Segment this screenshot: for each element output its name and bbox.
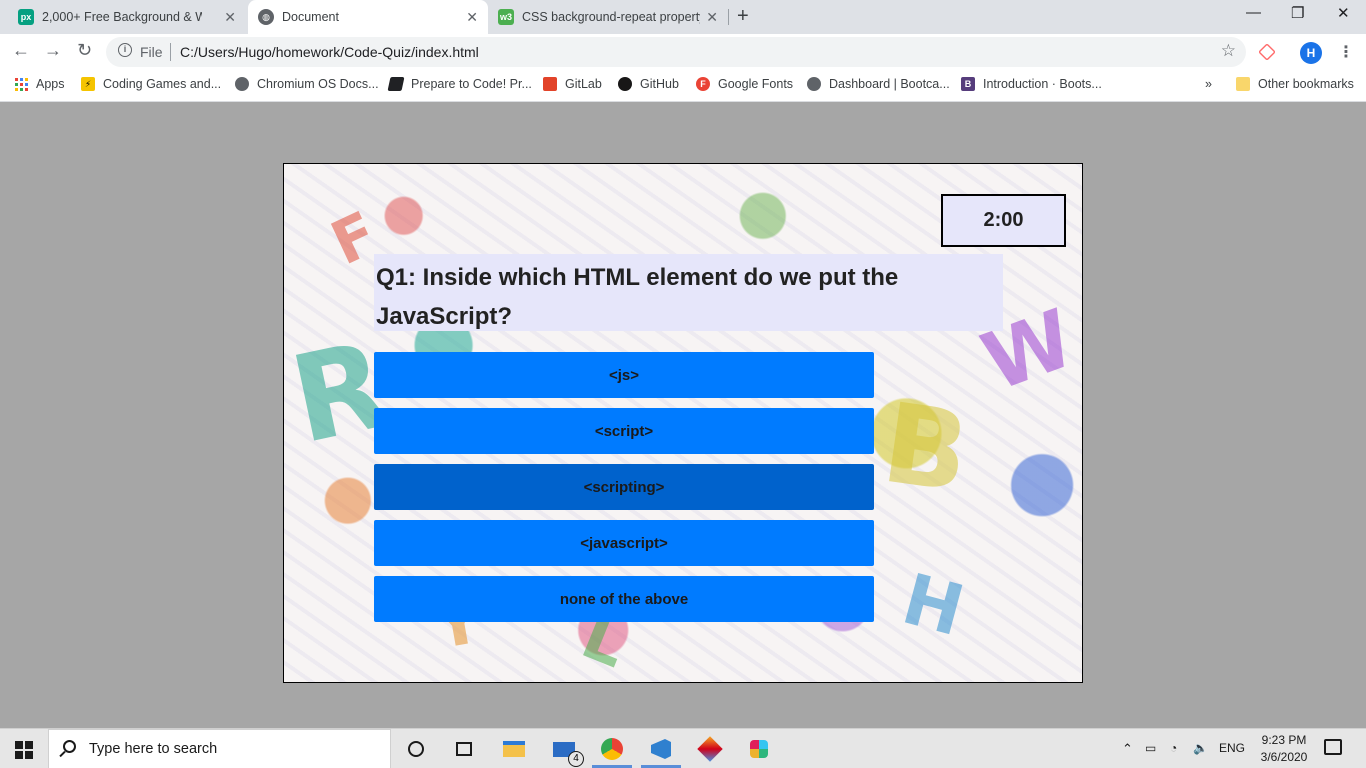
bookmark-label: Prepare to Code! Pr... xyxy=(411,77,532,91)
task-view-icon[interactable] xyxy=(452,737,476,761)
page-viewport: R B W F H Y L 2:00 Q1: Inside which HTML… xyxy=(0,103,1366,728)
tab-title: CSS background-repeat property xyxy=(522,10,700,24)
background-letter-decoration: H xyxy=(894,557,973,653)
menu-icon[interactable]: ⋮ xyxy=(1338,42,1354,62)
globe-icon: ◍ xyxy=(258,9,274,25)
bookmark-google-fonts[interactable]: F Google Fonts xyxy=(696,77,793,91)
new-tab-icon[interactable]: + xyxy=(737,5,749,28)
apps-grid-icon xyxy=(15,77,28,91)
gitlab-icon xyxy=(543,77,557,91)
forward-icon[interactable]: → xyxy=(44,40,62,61)
chevron-double-right-icon: » xyxy=(1205,77,1212,91)
minimize-icon[interactable]: — xyxy=(1246,4,1261,21)
folder-icon xyxy=(1236,77,1250,91)
bookmark-github[interactable]: GitHub xyxy=(618,77,679,91)
tab-pexels[interactable]: px 2,000+ Free Background & Wate ✕ xyxy=(8,0,246,34)
close-tab-icon[interactable]: ✕ xyxy=(466,9,478,26)
tab-document[interactable]: ◍ Document ✕ xyxy=(248,0,488,34)
bookmark-label: Google Fonts xyxy=(718,77,794,91)
bookmark-prepare-to-code[interactable]: Prepare to Code! Pr... xyxy=(387,77,532,91)
chrome-icon[interactable] xyxy=(600,737,624,761)
scheme-label: File xyxy=(140,44,163,60)
system-clock[interactable]: 9:23 PM 3/6/2020 xyxy=(1254,732,1314,766)
bookmarks-overflow-button[interactable]: » xyxy=(1205,77,1212,91)
tab-title: 2,000+ Free Background & Wate xyxy=(42,10,202,24)
pexels-icon: px xyxy=(18,9,34,25)
bookmark-label: Apps xyxy=(36,77,65,91)
address-bar[interactable]: i File C:/Users/Hugo/homework/Code-Quiz/… xyxy=(106,37,1246,67)
tab-title: Document xyxy=(282,10,339,24)
bookmark-chromium-docs[interactable]: Chromium OS Docs... xyxy=(235,77,379,91)
quiz-container: R B W F H Y L 2:00 Q1: Inside which HTML… xyxy=(283,163,1083,683)
bookmark-coding-games[interactable]: ⚡ Coding Games and... xyxy=(81,77,221,91)
info-icon[interactable]: i xyxy=(118,43,132,57)
mail-icon[interactable]: 4 xyxy=(552,737,584,767)
windows-taskbar: Type here to search 4 ⌃ ▭ ◔ 🔈 ENG 9:23 P… xyxy=(0,728,1366,768)
slack-icon[interactable] xyxy=(747,737,771,761)
answer-choice-button[interactable]: <javascript> xyxy=(374,520,874,566)
mail-badge: 4 xyxy=(568,751,584,767)
back-icon[interactable]: ← xyxy=(12,40,30,61)
windows-start-icon[interactable] xyxy=(15,741,33,759)
bookmark-apps[interactable]: Apps xyxy=(15,77,65,91)
bootstrap-icon: B xyxy=(961,77,975,91)
battery-icon[interactable]: ▭ xyxy=(1145,741,1156,755)
bookmark-gitlab[interactable]: GitLab xyxy=(543,77,602,91)
file-explorer-icon[interactable] xyxy=(502,737,526,761)
bookmark-label: Other bookmarks xyxy=(1258,77,1354,91)
reload-icon[interactable]: ↻ xyxy=(77,40,92,61)
background-letter-decoration: B xyxy=(875,378,977,518)
extension-icon[interactable] xyxy=(1258,43,1276,61)
language-indicator[interactable]: ENG xyxy=(1219,741,1245,755)
notification-center-icon[interactable] xyxy=(1324,739,1342,755)
bookmark-bootstrap-intro[interactable]: B Introduction · Boots... xyxy=(961,77,1102,91)
bookmark-star-icon[interactable]: ☆ xyxy=(1221,41,1236,61)
bookmark-label: GitHub xyxy=(640,77,679,91)
bookmark-label: Chromium OS Docs... xyxy=(257,77,379,91)
coding-games-icon: ⚡ xyxy=(81,77,95,91)
close-window-icon[interactable]: ✕ xyxy=(1337,4,1350,22)
answer-choice-button[interactable]: <scripting> xyxy=(374,464,874,510)
taskbar-search-box[interactable]: Type here to search xyxy=(48,729,391,768)
answer-choice-button[interactable]: none of the above xyxy=(374,576,874,622)
quiz-timer: 2:00 xyxy=(941,194,1066,247)
github-icon xyxy=(618,77,632,91)
bookmark-label: Dashboard | Bootca... xyxy=(829,77,950,91)
clock-date: 3/6/2020 xyxy=(1260,750,1308,764)
search-placeholder: Type here to search xyxy=(89,741,218,757)
close-tab-icon[interactable]: ✕ xyxy=(706,9,718,26)
address-divider xyxy=(170,43,171,61)
cortana-icon[interactable] xyxy=(404,737,428,761)
volume-icon[interactable]: 🔈 xyxy=(1193,741,1208,755)
wifi-icon[interactable]: ◔ xyxy=(1170,741,1177,755)
other-bookmarks-folder[interactable]: Other bookmarks xyxy=(1236,77,1354,91)
w3schools-icon: w3 xyxy=(498,9,514,25)
tab-w3schools[interactable]: w3 CSS background-repeat property ✕ xyxy=(488,0,728,34)
globe-icon xyxy=(235,77,249,91)
bookmark-label: Coding Games and... xyxy=(103,77,222,91)
tab-divider xyxy=(728,9,729,25)
search-icon xyxy=(63,740,76,753)
clock-time: 9:23 PM xyxy=(1261,733,1307,747)
question-text: Q1: Inside which HTML element do we put … xyxy=(374,254,1003,331)
browser-tab-strip: px 2,000+ Free Background & Wate ✕ ◍ Doc… xyxy=(0,0,1366,34)
chevron-up-icon[interactable]: ⌃ xyxy=(1122,741,1133,757)
book-icon xyxy=(387,77,405,91)
git-kraken-icon[interactable] xyxy=(697,736,723,762)
google-fonts-icon: F xyxy=(696,77,710,91)
url-text[interactable]: C:/Users/Hugo/homework/Code-Quiz/index.h… xyxy=(180,44,479,60)
restore-icon[interactable]: ❐ xyxy=(1291,4,1304,22)
bookmarks-bar: Apps ⚡ Coding Games and... Chromium OS D… xyxy=(0,70,1366,102)
vscode-icon[interactable] xyxy=(649,737,673,761)
answer-choice-button[interactable]: <js> xyxy=(374,352,874,398)
browser-toolbar: ← → ↻ i File C:/Users/Hugo/homework/Code… xyxy=(0,34,1366,70)
answer-choice-button[interactable]: <script> xyxy=(374,408,874,454)
bookmark-label: Introduction · Boots... xyxy=(983,77,1102,91)
bookmark-dashboard-bootcamp[interactable]: Dashboard | Bootca... xyxy=(807,77,950,91)
bookmark-label: GitLab xyxy=(565,77,602,91)
profile-avatar[interactable]: H xyxy=(1300,42,1322,64)
close-tab-icon[interactable]: ✕ xyxy=(224,9,236,26)
globe-icon xyxy=(807,77,821,91)
